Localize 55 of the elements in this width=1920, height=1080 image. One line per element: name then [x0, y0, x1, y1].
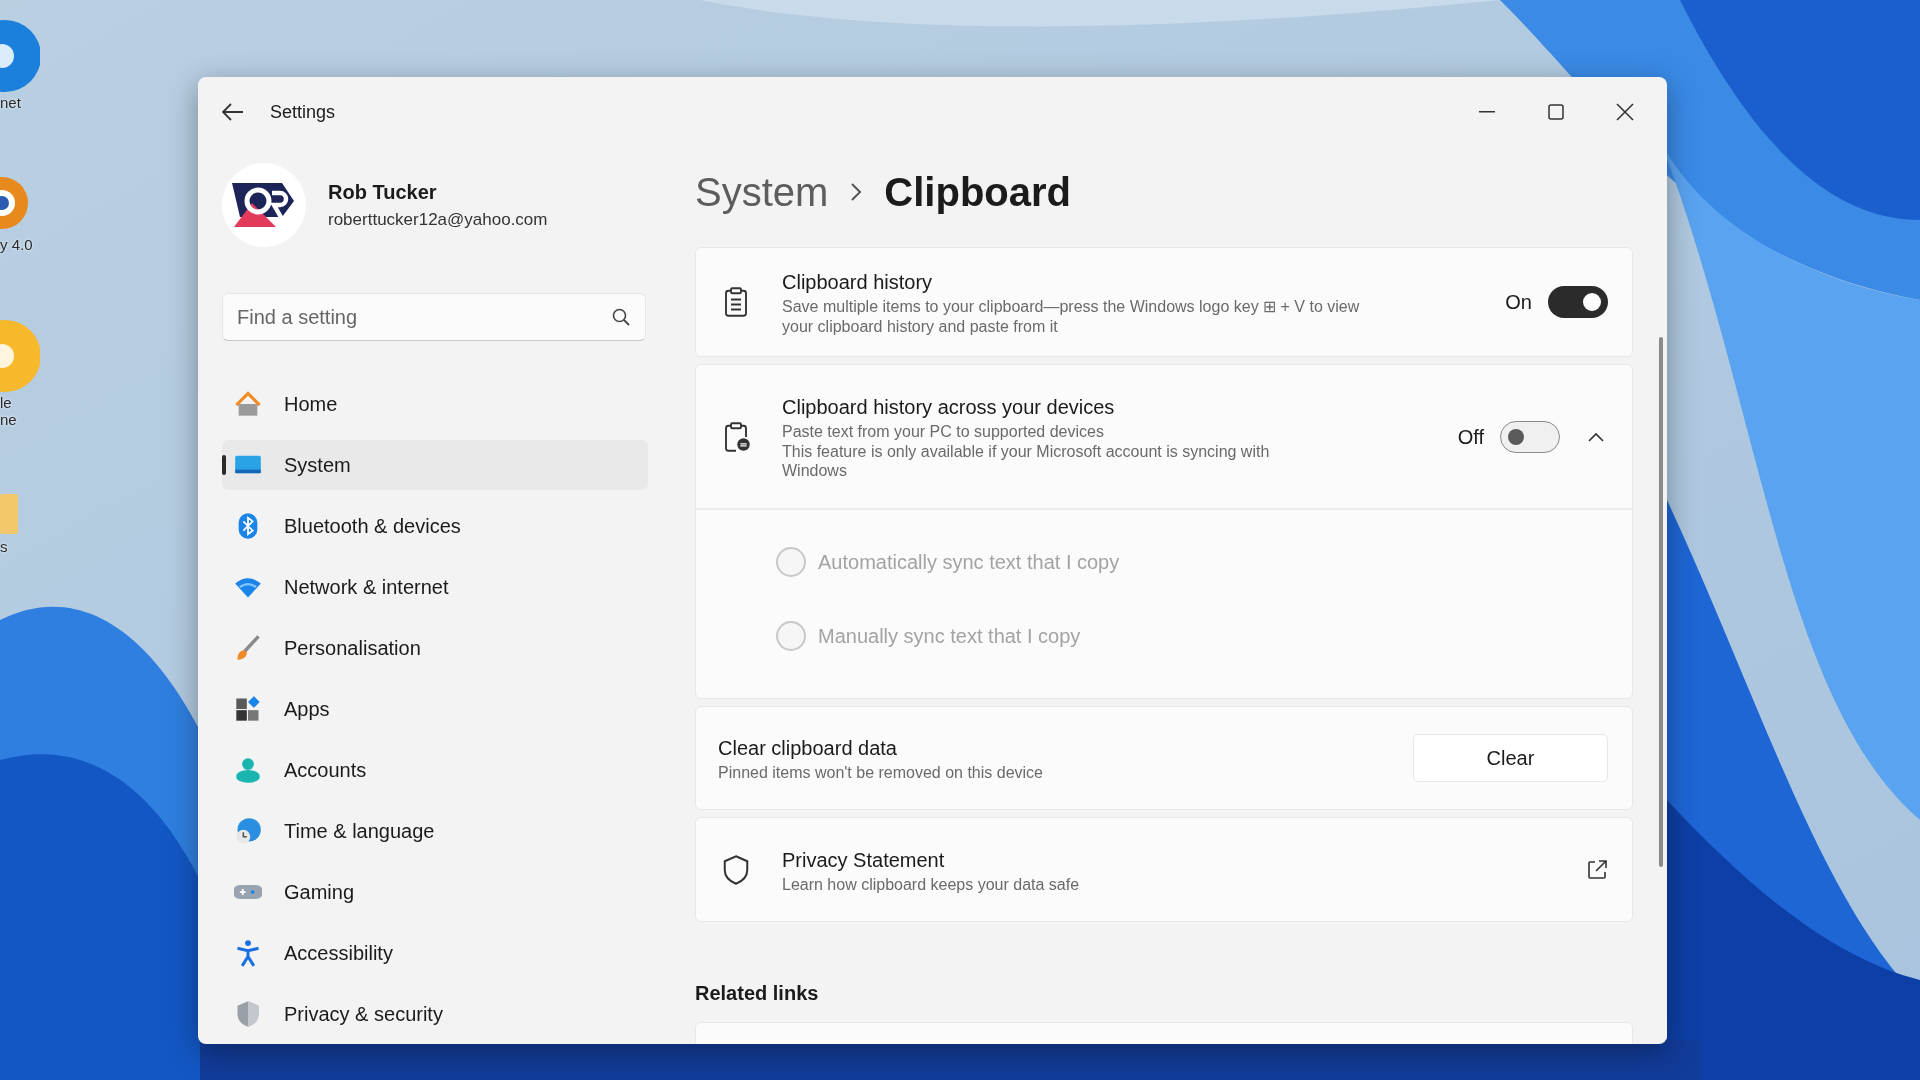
- close-icon: [1615, 103, 1634, 121]
- nav-item[interactable]: Time & language: [222, 806, 648, 856]
- icon-label: net: [0, 94, 21, 112]
- nav-item[interactable]: System: [222, 440, 648, 490]
- setting-title: Clipboard history: [782, 270, 934, 296]
- user-email: roberttucker12a@yahoo.com: [328, 209, 548, 232]
- setting-description: Learn how clipboard keeps your data safe: [782, 874, 1081, 895]
- section-heading: Related links: [695, 981, 820, 1006]
- search-field[interactable]: Find a setting: [222, 293, 646, 341]
- nav-item[interactable]: Privacy & security: [222, 989, 648, 1039]
- external-link-icon: [1586, 858, 1608, 881]
- setting-description: Save multiple items to your clipboard—press the Windows logo key ⊞ + V to view your clipboard history and paste from it: [782, 297, 1361, 337]
- home-icon: [234, 390, 262, 418]
- toggle-state-label: On: [1505, 290, 1532, 315]
- setting-description: Pinned items won't be removed on this device: [718, 763, 1044, 783]
- setting-description: Paste text from your PC to supported devices: [782, 422, 1105, 442]
- window-title: Settings: [270, 100, 336, 124]
- nav-item[interactable]: Gaming: [222, 867, 648, 917]
- setting-title: Privacy Statement: [782, 847, 946, 873]
- icon-label: s: [0, 538, 8, 556]
- radio-label: Automatically sync text that I copy: [818, 550, 1120, 575]
- nav-item[interactable]: Bluetooth & devices: [222, 501, 648, 551]
- toggle-state-label: Off: [1457, 424, 1484, 450]
- search-icon: [612, 308, 630, 326]
- accessibility-icon: [234, 939, 262, 967]
- logo-icon: [232, 181, 296, 229]
- chevron-up-icon: [1588, 432, 1604, 443]
- page-title: Clipboard: [884, 169, 1072, 216]
- radio-label: Manually sync text that I copy: [818, 624, 1081, 649]
- icon-label: y 4.0: [0, 236, 33, 254]
- setting-description: This feature is only available if your Microsoft account is syncing with Windows: [782, 441, 1271, 481]
- nav-item[interactable]: Home: [222, 379, 648, 429]
- toggle-switch[interactable]: [1548, 286, 1608, 318]
- icon-label: le: [0, 394, 12, 412]
- maximize-icon: [1547, 104, 1564, 120]
- apps-icon: [234, 695, 262, 723]
- nav-item[interactable]: Accessibility: [222, 928, 648, 978]
- nav-item[interactable]: Accounts: [222, 745, 648, 795]
- toggle-switch[interactable]: [1500, 420, 1560, 453]
- globe-clock-icon: [234, 817, 262, 845]
- scrollbar[interactable]: [1659, 337, 1663, 867]
- shield-icon: [721, 854, 751, 885]
- nav-item[interactable]: Personalisation: [222, 623, 648, 673]
- chevron-right-icon: [850, 182, 863, 202]
- clear-button[interactable]: Clear: [1413, 734, 1608, 782]
- icon-label: ne: [0, 411, 17, 429]
- back-arrow-icon[interactable]: [222, 103, 244, 121]
- person-icon: [234, 756, 262, 784]
- breadcrumb-link[interactable]: System: [695, 162, 829, 222]
- nav-item[interactable]: Network & internet: [222, 562, 648, 612]
- setting-title: Clear clipboard data: [718, 736, 898, 762]
- setting-title: Clipboard history across your devices: [782, 395, 1116, 421]
- user-name: Rob Tucker: [328, 180, 438, 206]
- minimize-icon: [1478, 111, 1495, 113]
- nav-item[interactable]: Apps: [222, 684, 648, 734]
